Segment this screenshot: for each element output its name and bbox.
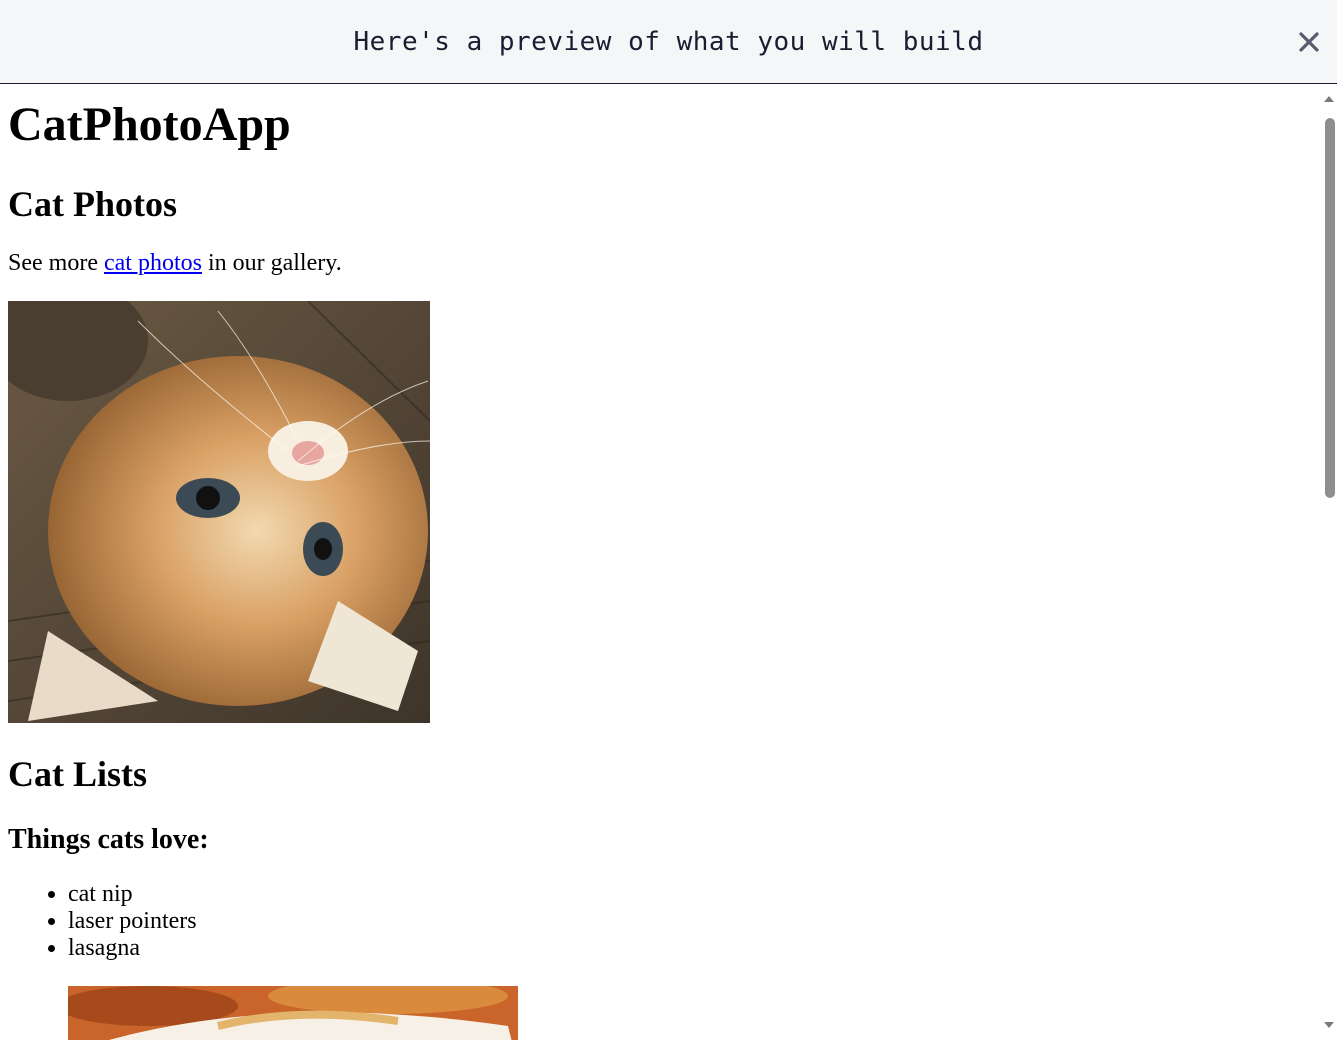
things-cats-love-heading: Things cats love: [8,824,209,855]
list-item: laser pointers [68,908,1313,935]
scrollbar-thumb[interactable] [1325,118,1335,498]
preview-banner: Here's a preview of what you will build [0,0,1337,84]
gallery-paragraph: See more cat photos in our gallery. [8,249,1313,277]
close-button[interactable] [1291,22,1327,62]
cat-love-list: cat nip laser pointers lasagna [8,881,1313,962]
list-item: lasagna [68,935,1313,962]
gallery-text-after: in our gallery. [201,250,342,276]
preview-scrollbar[interactable] [1321,84,1337,1040]
preview-frame: CatPhotoApp Cat Photos See more cat phot… [0,84,1321,1040]
list-item: cat nip [68,881,1313,908]
cat-photos-heading: Cat Photos [8,184,177,224]
banner-text: Here's a preview of what you will build [353,26,984,57]
cat-photo-image[interactable] [8,301,430,723]
scroll-down-arrow-icon[interactable] [1324,1020,1334,1030]
lasagna-image [68,986,518,1040]
scroll-up-arrow-icon[interactable] [1324,94,1334,104]
page-title: CatPhotoApp [8,98,291,151]
gallery-text-before: See more [8,250,104,276]
close-icon [1299,32,1319,52]
cat-photos-link[interactable]: cat photos [104,250,202,276]
cat-lists-heading: Cat Lists [8,754,148,794]
